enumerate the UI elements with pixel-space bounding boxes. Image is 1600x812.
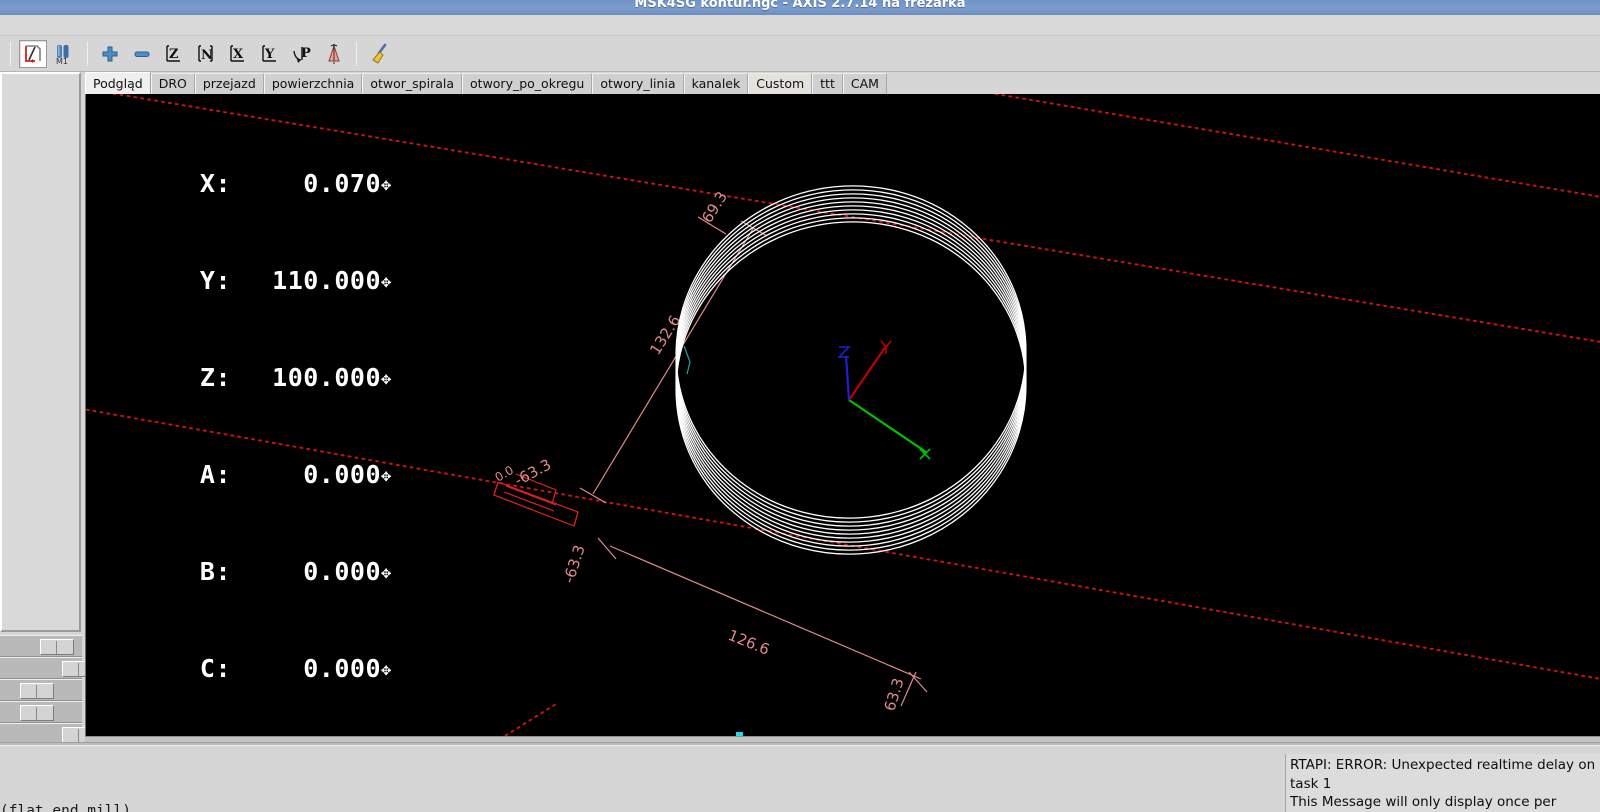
dro-axis-label: Y:	[199, 266, 231, 295]
slider-thumb[interactable]	[20, 683, 54, 699]
dro-axis-label: Z:	[199, 363, 231, 392]
dro-axis-value: 0.000	[303, 557, 381, 586]
dro-axis-label: B:	[199, 557, 231, 586]
dro-row: C: 0.000 ✥	[131, 653, 399, 688]
toggle-estop-button[interactable]	[19, 39, 47, 68]
rapid-override-slider[interactable]	[0, 701, 82, 723]
homed-icon: ✥	[381, 369, 392, 389]
dro-axis-value: 0.000	[303, 654, 381, 683]
dro-axis-label: X:	[199, 169, 231, 198]
feed-override-slider[interactable]	[0, 657, 96, 679]
axis-y-icon: Y	[262, 44, 276, 62]
homed-icon: ✥	[381, 660, 392, 680]
error-message-box[interactable]: RTAPI: ERROR: Unexpected realtime delay …	[1285, 754, 1600, 812]
axis-p-icon: P	[293, 46, 311, 63]
slider-thumb[interactable]	[20, 705, 54, 721]
error-line-1: RTAPI: ERROR: Unexpected realtime delay …	[1290, 757, 1596, 773]
dro-row: Z: 100.000 ✥	[131, 362, 399, 397]
homed-icon: ✥	[381, 563, 392, 583]
minus-icon	[134, 51, 150, 57]
clear-backplot-button[interactable]	[365, 40, 393, 68]
toolbar-separator	[356, 41, 357, 66]
spindle-override-slider[interactable]	[0, 679, 82, 701]
svg-text:Z: Z	[169, 47, 179, 62]
view-perspective-button[interactable]: P	[288, 40, 316, 68]
tab-otwory-po-okregu[interactable]: otwory_po_okregu	[462, 73, 593, 94]
homed-icon: ✥	[381, 175, 392, 195]
manual-control-area	[0, 72, 81, 632]
svg-text:X: X	[233, 47, 244, 62]
status-bar: (flat end mill) 04 G91.1 G49 RTAPI: ERRO…	[0, 742, 1600, 812]
dro-row: A: 0.000 ✥	[131, 459, 399, 494]
toolbar-separator	[10, 41, 11, 66]
dro-readout: X: 0.070 ✥ Y: 110.000 ✥ Z: 100.000 ✥ A: …	[131, 106, 399, 742]
dro-axis-value: 0.070	[303, 169, 381, 198]
slider-thumb[interactable]	[40, 639, 74, 655]
tab-podglad[interactable]: Podgląd	[85, 72, 151, 94]
axis-z-icon: Z	[166, 44, 180, 62]
svg-text:N: N	[201, 48, 213, 63]
svg-text:P: P	[301, 46, 311, 61]
view-z-rotated-button[interactable]: N	[192, 40, 220, 68]
dro-row: X: 0.070 ✥	[131, 168, 399, 203]
tool-cone-icon	[328, 43, 340, 64]
error-line-2: task 1	[1290, 775, 1332, 792]
error-line-3: This Message will only display once per …	[1290, 794, 1557, 810]
broom-icon	[372, 43, 387, 64]
gcode-line: (flat end mill)	[0, 803, 131, 812]
axis-x-icon: X	[230, 44, 244, 62]
zoom-out-button[interactable]	[128, 40, 156, 68]
view-z-button[interactable]: Z	[160, 40, 188, 68]
tab-kanalek[interactable]: kanalek	[683, 73, 749, 94]
override-sliders	[0, 635, 96, 745]
menu-bar[interactable]	[0, 15, 1600, 36]
svg-text:Y: Y	[264, 47, 275, 62]
mdi-manual-button[interactable]: M1	[51, 40, 79, 68]
tab-powierzchnia[interactable]: powierzchnia	[263, 73, 363, 94]
dro-axis-label: C:	[199, 654, 231, 683]
left-control-panel	[0, 72, 96, 745]
window-title: MSK4SG kontur.ngc - AXIS 2.7.14 na freza…	[634, 0, 966, 11]
tab-cam[interactable]: CAM	[842, 73, 887, 94]
mdi-manual-icon: M1	[56, 44, 69, 65]
view-y-button[interactable]: Y	[256, 40, 284, 68]
tab-otwor-spirala[interactable]: otwor_spirala	[362, 73, 463, 94]
toolbar-separator	[87, 41, 88, 66]
tab-przejazd[interactable]: przejazd	[194, 73, 264, 94]
svg-text:M1: M1	[56, 57, 68, 65]
dro-axis-value: 110.000	[272, 266, 381, 295]
tab-dro[interactable]: DRO	[150, 73, 195, 94]
homed-icon: ✥	[381, 272, 392, 292]
jog-speed-slider[interactable]	[0, 635, 82, 657]
homed-icon: ✥	[381, 466, 392, 486]
status-divider	[0, 742, 1600, 746]
zoom-in-button[interactable]	[96, 40, 124, 68]
axis-application-window: MSK4SG kontur.ngc - AXIS 2.7.14 na freza…	[0, 0, 1600, 812]
tab-bar: Podgląd DRO przejazd powierzchnia otwor_…	[85, 72, 1600, 94]
gcode-status-text: (flat end mill) 04 G91.1 G49	[0, 756, 131, 812]
dro-axis-value: 0.000	[303, 460, 381, 489]
dro-row: Y: 110.000 ✥	[131, 265, 399, 300]
dro-axis-label: A:	[199, 460, 231, 489]
title-bar: MSK4SG kontur.ngc - AXIS 2.7.14 na freza…	[0, 0, 1600, 15]
tab-otwory-linia[interactable]: otwory_linia	[592, 73, 684, 94]
tab-ttt[interactable]: ttt	[812, 73, 843, 94]
gcode-preview-viewport[interactable]: 69.3 132.6 -63.3 -63.3 126.6 63.3 0.0 X:…	[85, 94, 1600, 742]
toolbar: M1 Z N X Y P	[0, 36, 1600, 72]
open-file-icon	[25, 44, 41, 63]
tab-custom[interactable]: Custom	[748, 73, 813, 94]
axis-z2-icon: N	[198, 44, 213, 63]
toggle-tool-cone-button[interactable]	[320, 40, 348, 68]
dro-axis-value: 100.000	[272, 363, 381, 392]
dro-row: B: 0.000 ✥	[131, 556, 399, 591]
view-x-button[interactable]: X	[224, 40, 252, 68]
plus-icon	[102, 46, 118, 61]
